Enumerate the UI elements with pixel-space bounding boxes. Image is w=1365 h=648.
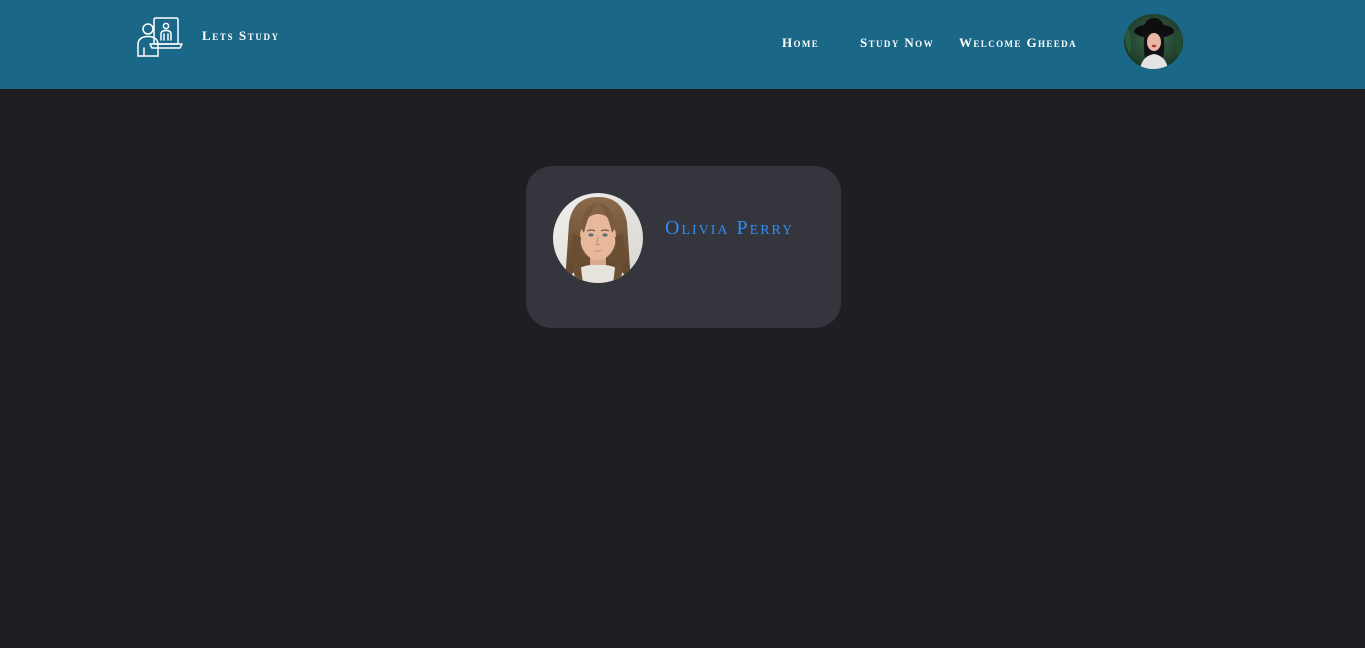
student-laptop-icon[interactable]	[136, 12, 184, 58]
nav-link-home[interactable]: Home	[782, 35, 819, 51]
navbar: Lets Study Home Study Now Welcome Gheeda	[0, 0, 1365, 89]
nav-welcome-user[interactable]: Welcome Gheeda	[959, 35, 1077, 51]
profile-photo	[553, 193, 643, 283]
nav-link-study-now[interactable]: Study Now	[860, 35, 934, 51]
user-avatar[interactable]	[1124, 14, 1183, 69]
brand[interactable]: Lets Study	[136, 12, 280, 58]
brand-name[interactable]: Lets Study	[202, 28, 280, 44]
profile-card[interactable]: Olivia Perry	[526, 166, 841, 328]
profile-name[interactable]: Olivia Perry	[665, 217, 794, 240]
